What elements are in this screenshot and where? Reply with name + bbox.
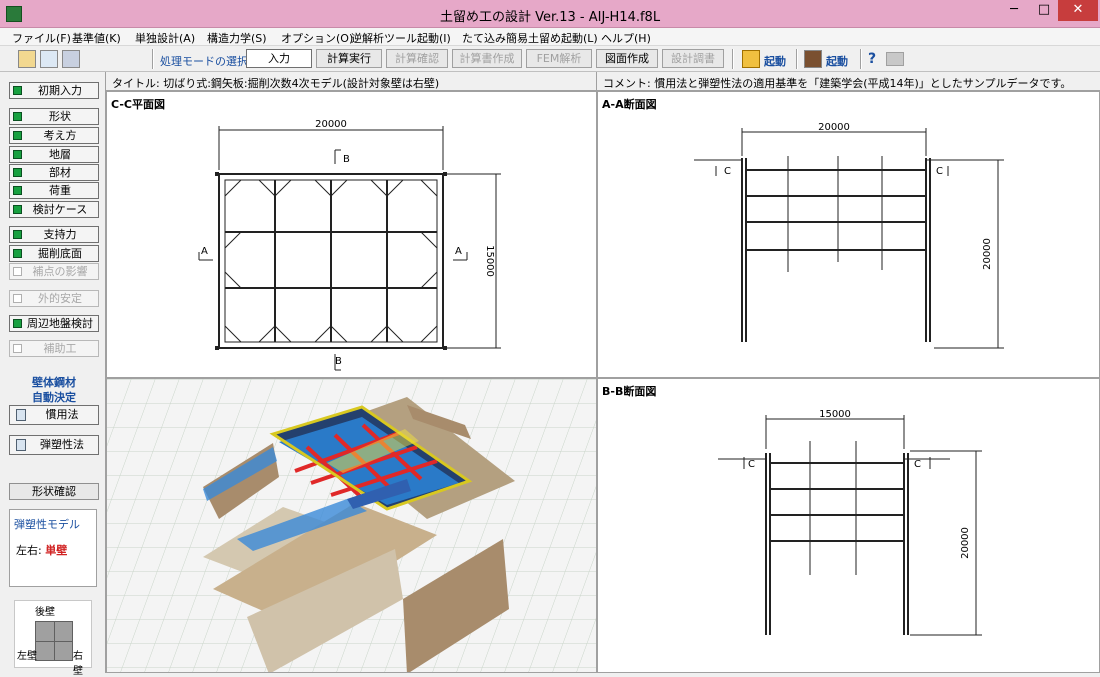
side-item-case[interactable]: 検討ケース (9, 201, 99, 218)
bb-section-c-left: C (748, 459, 755, 470)
bb-section-c-right: C (914, 459, 921, 470)
conventional-method-button[interactable]: 慣用法 (9, 405, 99, 425)
calculator-icon (16, 409, 26, 421)
side-item-approach[interactable]: 考え方 (9, 127, 99, 144)
menu-standard[interactable]: 基準値(K) (72, 30, 121, 46)
fem-button[interactable]: FEM解析 (526, 49, 592, 68)
drawing-button[interactable]: 図面作成 (596, 49, 658, 68)
shape-confirm-button[interactable]: 形状確認 (9, 483, 99, 500)
wall-grid[interactable] (35, 621, 73, 661)
aa-width-label: 20000 (818, 122, 850, 133)
side-item-external[interactable]: 外的安定 (9, 290, 99, 307)
section-bb-drawing: 15000 20000 C C (718, 409, 982, 636)
save-icon[interactable] (62, 50, 80, 68)
help-icon[interactable]: ? (868, 51, 876, 67)
preview-icon[interactable] (40, 50, 58, 68)
comment-info: コメント: 慣用法と弾塑性法の適用基準を「建築学会(平成14年)」としたサンプル… (597, 72, 1100, 91)
launch-icon-1[interactable] (742, 50, 760, 68)
report-button[interactable]: 計算書作成 (452, 49, 522, 68)
side-item-auxiliary[interactable]: 補助工 (9, 340, 99, 357)
side-item-initial[interactable]: 初期入力 (9, 82, 99, 99)
wall-selector[interactable]: 後壁 左壁 右壁 (14, 600, 92, 677)
section-a-right: A (455, 246, 462, 257)
bb-height-label: 20000 (960, 527, 971, 559)
run-calc-button[interactable]: 計算実行 (316, 49, 382, 68)
plan-width-label: 20000 (315, 119, 347, 130)
auto-label-2: 自動決定 (32, 391, 76, 404)
menu-inverse-analysis[interactable]: 逆解析ツール起動(I) (351, 30, 451, 46)
menu-help[interactable]: ヘルプ(H) (601, 30, 651, 46)
input-mode-button[interactable]: 入力 (246, 49, 312, 68)
aa-section-c-right: C (936, 166, 943, 177)
misc-icon[interactable] (886, 52, 904, 66)
back-wall-label: 後壁 (35, 607, 55, 618)
section-aa-drawing: 20000 20000 C C (694, 122, 1004, 349)
launch-icon-2[interactable] (804, 50, 822, 68)
side-item-excavation[interactable]: 掘削底面 (9, 245, 99, 262)
plan-view-pane[interactable]: C-C平面図 20000 15000 B B A A (106, 91, 597, 378)
maximize-button[interactable]: □ (1030, 0, 1058, 21)
plan-height-label: 15000 (484, 245, 495, 277)
side-item-layer[interactable]: 地層 (9, 146, 99, 163)
model-info-box: 弾塑性モデル 左右: 単壁 (9, 509, 97, 587)
side-item-bearing[interactable]: 支持力 (9, 226, 99, 243)
elastoplastic-method-button[interactable]: 弾塑性法 (9, 435, 99, 455)
minimize-button[interactable]: ─ (1000, 0, 1028, 21)
calculator-icon (16, 439, 26, 451)
side-item-load[interactable]: 荷重 (9, 182, 99, 199)
bb-width-label: 15000 (819, 409, 851, 420)
left-panel: 初期入力 形状 考え方 地層 部材 荷重 検討ケース 支持力 掘削底面 補点の影… (0, 72, 106, 677)
design-summary-button[interactable]: 設計調書 (662, 49, 724, 68)
menu-options[interactable]: オプション(O) (281, 30, 353, 46)
model-lr: 左右: 単壁 (16, 544, 68, 557)
open-icon[interactable] (18, 50, 36, 68)
left-wall-label: 左壁 (17, 651, 37, 662)
title-info: タイトル: 切ばり式:鋼矢板:掘削次数4次モデル(設計対象壁は右壁) (106, 72, 597, 91)
plan-view-drawing: 20000 15000 B B A A (198, 119, 501, 371)
menu-single-design[interactable]: 単独設計(A) (135, 30, 195, 46)
auto-label-1: 壁体鋼材 (32, 376, 76, 389)
section-b-bottom: B (335, 356, 342, 367)
3d-model-view (107, 379, 596, 672)
side-item-member[interactable]: 部材 (9, 164, 99, 181)
menu-structural[interactable]: 構造力学(S) (207, 30, 267, 46)
section-aa-pane[interactable]: A-A断面図 20000 20000 C C (597, 91, 1100, 378)
title-bar[interactable]: 土留め工の設計 Ver.13 - AIJ-H14.f8L ─ □ ✕ (0, 0, 1100, 28)
section-a-left: A (201, 246, 208, 257)
section-bb-pane[interactable]: B-B断面図 15000 20000 C C (597, 378, 1100, 673)
launch-label-2[interactable]: 起動 (826, 53, 848, 69)
aa-height-label: 20000 (982, 238, 993, 270)
close-button[interactable]: ✕ (1058, 0, 1098, 21)
window-title: 土留め工の設計 Ver.13 - AIJ-H14.f8L (439, 10, 661, 25)
side-item-surrounding[interactable]: 周辺地盤検討 (9, 315, 99, 332)
3d-view-pane[interactable] (106, 378, 597, 673)
menu-simple-retaining[interactable]: たて込み簡易土留め起動(L) (462, 30, 598, 46)
side-item-shape[interactable]: 形状 (9, 108, 99, 125)
model-title: 弾塑性モデル (14, 518, 80, 531)
launch-label-1[interactable]: 起動 (764, 53, 786, 69)
toolbar: 処理モードの選択 入力 計算実行 計算確認 計算書作成 FEM解析 図面作成 設… (0, 46, 1100, 72)
menu-file[interactable]: ファイル(F) (12, 30, 71, 46)
side-item-influence[interactable]: 補点の影響 (9, 263, 99, 280)
check-calc-button[interactable]: 計算確認 (386, 49, 448, 68)
menu-bar: ファイル(F) 基準値(K) 単独設計(A) 構造力学(S) オプション(O) … (0, 28, 1100, 46)
aa-section-c-left: C (724, 166, 731, 177)
mode-select-label: 処理モードの選択 (160, 55, 248, 68)
section-b-top: B (343, 154, 350, 165)
